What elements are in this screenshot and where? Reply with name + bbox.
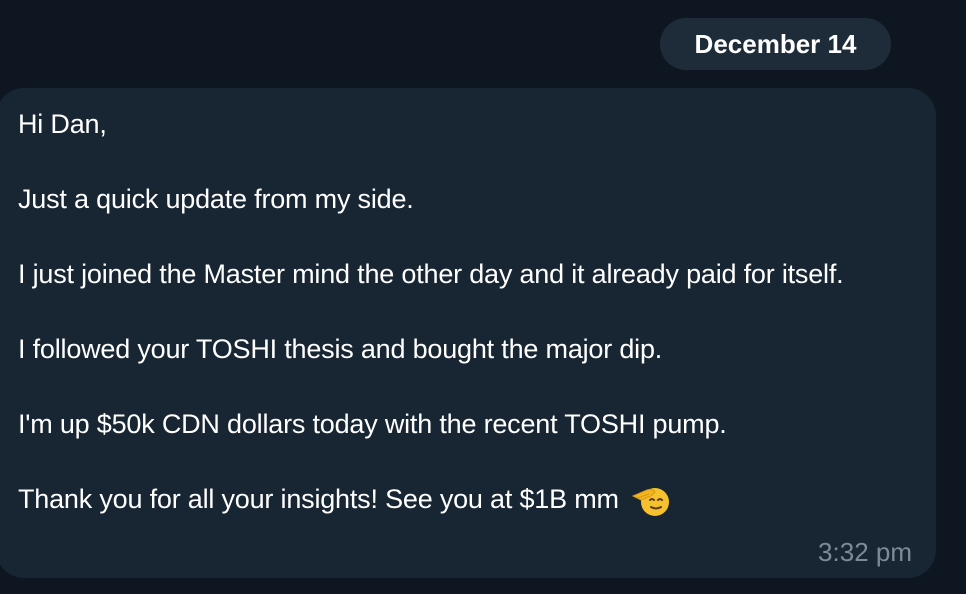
message-greeting: Hi Dan, (18, 109, 107, 139)
date-label: December 14 (694, 28, 857, 59)
message-time: 3:32 pm (818, 537, 912, 567)
message-line-4: I'm up $50k CDN dollars today with the r… (18, 409, 727, 439)
message-line-5-wrapper: Thank you for all your insights! See you… (18, 481, 898, 518)
message-line-5: Thank you for all your insights! See you… (18, 484, 619, 514)
message-line-3: I followed your TOSHI thesis and bought … (18, 334, 663, 364)
message-text: Hi Dan, Just a quick update from my side… (18, 106, 898, 518)
message-bubble[interactable]: Hi Dan, Just a quick update from my side… (0, 88, 936, 578)
message-line-1: Just a quick update from my side. (18, 184, 414, 214)
date-separator: December 14 (660, 18, 891, 70)
message-line-2: I just joined the Master mind the other … (18, 259, 844, 289)
saluting-face-icon (631, 482, 673, 518)
